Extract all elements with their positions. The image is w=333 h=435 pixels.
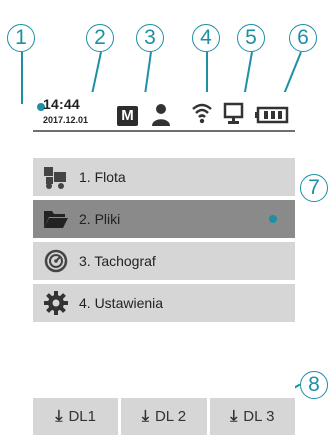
download-dl3-button[interactable]: ⤓ DL 3 xyxy=(209,398,295,435)
callout-4: 4 xyxy=(192,24,220,52)
truck-icon xyxy=(43,164,69,190)
callout-1: 1 xyxy=(7,24,35,52)
footer-label: DL 3 xyxy=(243,408,275,425)
clock-time: 14:44 xyxy=(43,96,80,112)
menu-item-tachograf[interactable]: 3. Tachograf xyxy=(33,242,295,280)
download-dl2-button[interactable]: ⤓ DL 2 xyxy=(121,398,207,435)
download-icon: ⤓ xyxy=(230,407,238,425)
menu-item-label: 1. Flota xyxy=(79,169,126,185)
folder-icon xyxy=(43,206,69,232)
callout-7: 7 xyxy=(300,174,328,202)
status-bar: 14:44 2017.12.01 M xyxy=(33,92,295,132)
menu-item-ustawienia[interactable]: 4. Ustawienia xyxy=(33,284,295,322)
download-icon: ⤓ xyxy=(55,407,63,425)
device-screen: 14:44 2017.12.01 M 1. Flota 2. Pliki 3. … xyxy=(33,92,295,435)
download-dl1-button[interactable]: ⤓ DL1 xyxy=(33,398,119,435)
footer-buttons: ⤓ DL1 ⤓ DL 2 ⤓ DL 3 xyxy=(33,398,295,435)
driver-card-icon xyxy=(152,104,170,126)
menu-item-flota[interactable]: 1. Flota xyxy=(33,158,295,196)
gear-icon xyxy=(43,290,69,316)
tachograph-icon xyxy=(43,248,69,274)
callout-2: 2 xyxy=(86,24,114,52)
leader-line-1 xyxy=(21,52,23,104)
callout-dot xyxy=(269,215,277,223)
menu-item-pliki[interactable]: 2. Pliki xyxy=(33,200,295,238)
menu-item-label: 4. Ustawienia xyxy=(79,295,164,311)
main-menu: 1. Flota 2. Pliki 3. Tachograf 4. Ustawi… xyxy=(33,158,295,326)
download-icon: ⤓ xyxy=(141,407,149,425)
menu-item-label: 2. Pliki xyxy=(79,211,121,227)
clock-date: 2017.12.01 xyxy=(43,115,89,125)
menu-item-label: 3. Tachograf xyxy=(79,253,156,269)
footer-label: DL1 xyxy=(68,408,96,425)
mode-badge: M xyxy=(117,106,138,126)
callout-8: 8 xyxy=(300,371,328,399)
footer-label: DL 2 xyxy=(154,408,187,425)
monitor-icon xyxy=(223,102,244,124)
callout-6: 6 xyxy=(289,24,317,52)
callout-5: 5 xyxy=(237,24,265,52)
callout-3: 3 xyxy=(136,24,164,52)
signal-icon xyxy=(192,103,212,124)
battery-icon xyxy=(255,106,289,124)
